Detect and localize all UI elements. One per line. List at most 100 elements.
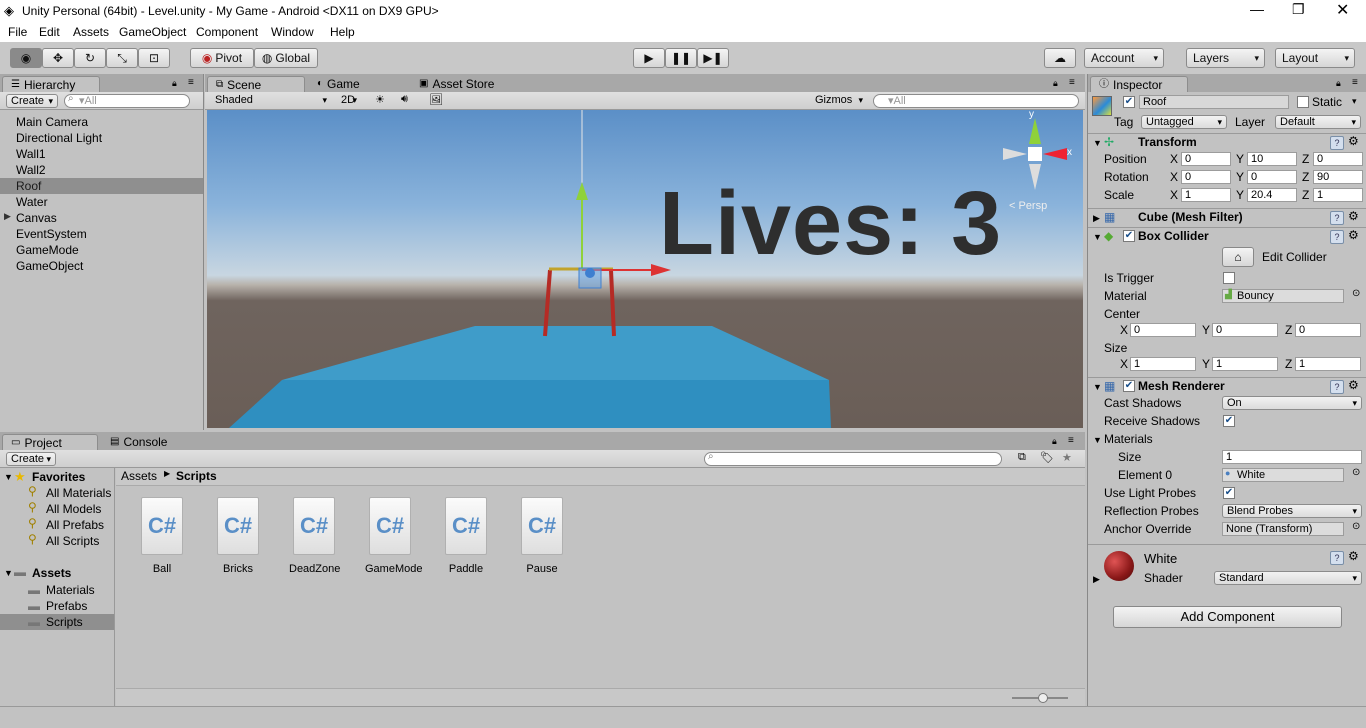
- project-search-input[interactable]: [704, 452, 1002, 466]
- favorite-item[interactable]: All Scripts: [46, 534, 99, 548]
- hierarchy-item[interactable]: Canvas: [0, 210, 203, 226]
- expand-arrow-icon[interactable]: ▼: [4, 472, 13, 482]
- transform-y-field[interactable]: 10: [1247, 152, 1297, 166]
- lighting-toggle-icon[interactable]: ☀: [375, 93, 385, 106]
- scale-tool-button[interactable]: ⤡: [106, 48, 138, 68]
- layers-dropdown[interactable]: Layers ▾: [1186, 48, 1265, 68]
- persp-label[interactable]: < Persp: [1009, 200, 1047, 212]
- effects-toggle-icon[interactable]: 🖼︎: [429, 93, 443, 106]
- menu-help[interactable]: Help: [330, 25, 355, 39]
- object-picker-icon[interactable]: ⊙: [1352, 521, 1360, 532]
- assets-label[interactable]: Assets: [32, 566, 71, 580]
- transform-y-field[interactable]: 0: [1247, 170, 1297, 184]
- account-dropdown[interactable]: Account ▾: [1084, 48, 1164, 68]
- rotate-tool-button[interactable]: ↻: [74, 48, 106, 68]
- favorite-item[interactable]: All Prefabs: [46, 518, 104, 532]
- help-icon[interactable]: ?: [1330, 380, 1344, 394]
- panel-menu-icon[interactable]: ≡: [188, 77, 194, 88]
- menu-file[interactable]: File: [8, 25, 27, 39]
- hand-tool-button[interactable]: ◉: [10, 48, 42, 68]
- gear-icon[interactable]: ⚙: [1348, 228, 1359, 242]
- lock-icon[interactable]: 🔒︎: [1053, 78, 1058, 89]
- script-file[interactable]: C# DeadZone: [289, 497, 340, 575]
- anchor-override-field[interactable]: None (Transform): [1222, 522, 1344, 536]
- filter-type-icon[interactable]: ⧉: [1018, 451, 1026, 464]
- script-file[interactable]: C# Ball: [137, 497, 187, 575]
- transform-x-field[interactable]: 0: [1181, 152, 1231, 166]
- physic-material-field[interactable]: Bouncy: [1222, 289, 1344, 303]
- pause-button[interactable]: ❚❚: [665, 48, 697, 68]
- element0-field[interactable]: White: [1222, 468, 1344, 482]
- transform-z-field[interactable]: 90: [1313, 170, 1363, 184]
- scene-viewport[interactable]: y x < Persp Lives: 3: [207, 110, 1083, 428]
- shading-mode-dropdown[interactable]: Shaded: [211, 94, 331, 108]
- tag-dropdown[interactable]: Untagged: [1141, 115, 1227, 129]
- mode-2d-toggle[interactable]: 2D: [337, 94, 361, 108]
- lock-icon[interactable]: 🔒︎: [1052, 436, 1057, 447]
- gear-icon[interactable]: ⚙: [1348, 134, 1359, 148]
- hierarchy-item[interactable]: Water: [0, 194, 203, 210]
- help-icon[interactable]: ?: [1330, 551, 1344, 565]
- asset-folder-item[interactable]: Materials: [46, 583, 95, 597]
- help-icon[interactable]: ?: [1330, 230, 1344, 244]
- box-collider-enabled-checkbox[interactable]: ✔: [1123, 230, 1135, 242]
- project-create-button[interactable]: Create: [6, 452, 56, 466]
- help-icon[interactable]: ?: [1330, 136, 1344, 150]
- script-file[interactable]: C# Pause: [517, 497, 567, 575]
- expand-arrow-icon[interactable]: ▶: [1093, 213, 1100, 224]
- transform-y-field[interactable]: 20.4: [1247, 188, 1297, 202]
- menu-gameobject[interactable]: GameObject: [119, 25, 186, 39]
- light-probes-checkbox[interactable]: ✔: [1223, 487, 1235, 499]
- edit-collider-button[interactable]: ⌂: [1222, 247, 1254, 267]
- mesh-renderer-enabled-checkbox[interactable]: ✔: [1123, 380, 1135, 392]
- global-button[interactable]: ◍ Global: [254, 48, 318, 68]
- pivot-button[interactable]: ◉ Pivot: [190, 48, 254, 68]
- hierarchy-item[interactable]: Wall2: [0, 162, 203, 178]
- gear-icon[interactable]: ⚙: [1348, 209, 1359, 223]
- transform-header[interactable]: [1088, 133, 1366, 151]
- hierarchy-create-button[interactable]: Create: [6, 94, 58, 108]
- add-component-button[interactable]: Add Component: [1113, 606, 1342, 628]
- transform-z-field[interactable]: 1: [1313, 188, 1363, 202]
- hierarchy-item[interactable]: Wall1: [0, 146, 203, 162]
- favorite-item[interactable]: All Models: [46, 502, 101, 516]
- favorite-star-icon[interactable]: ★: [1062, 451, 1072, 464]
- help-icon[interactable]: ?: [1330, 211, 1344, 225]
- expand-arrow-icon[interactable]: ▼: [1093, 138, 1102, 148]
- layer-dropdown[interactable]: Default: [1275, 115, 1361, 129]
- expand-arrow-icon[interactable]: ▼: [1093, 435, 1102, 445]
- rect-tool-button[interactable]: ⊡: [138, 48, 170, 68]
- center-y-field[interactable]: 0: [1212, 323, 1278, 337]
- move-tool-button[interactable]: ✥: [42, 48, 74, 68]
- favorites-label[interactable]: Favorites: [32, 470, 85, 484]
- center-z-field[interactable]: 0: [1295, 323, 1361, 337]
- active-checkbox[interactable]: ✔: [1123, 96, 1135, 108]
- asset-folder-item[interactable]: Prefabs: [46, 599, 87, 613]
- tab-scene[interactable]: ⧉ Scene: [207, 76, 305, 92]
- center-x-field[interactable]: 0: [1130, 323, 1196, 337]
- hierarchy-search-input[interactable]: ▾All: [64, 94, 190, 108]
- expand-arrow-icon[interactable]: ▼: [4, 568, 13, 578]
- hierarchy-item[interactable]: GameObject: [0, 258, 203, 274]
- static-checkbox[interactable]: [1297, 96, 1309, 108]
- tab-project[interactable]: ▭ Project: [2, 434, 98, 450]
- restore-icon[interactable]: ❐: [1292, 1, 1305, 18]
- step-button[interactable]: ▶❚: [697, 48, 729, 68]
- minimize-icon[interactable]: —: [1250, 1, 1264, 17]
- menu-window[interactable]: Window: [271, 25, 314, 39]
- tab-hierarchy[interactable]: ☰ Hierarchy: [2, 76, 100, 92]
- lock-icon[interactable]: 🔒︎: [1336, 78, 1341, 89]
- chevron-down-icon[interactable]: ▾: [1352, 96, 1357, 107]
- hierarchy-item[interactable]: Main Camera: [0, 114, 203, 130]
- scene-search-input[interactable]: ▾All: [873, 94, 1079, 108]
- gizmos-dropdown[interactable]: Gizmos: [811, 94, 867, 108]
- cloud-button[interactable]: ☁: [1044, 48, 1076, 68]
- materials-size-field[interactable]: 1: [1222, 450, 1362, 464]
- hierarchy-item[interactable]: EventSystem: [0, 226, 203, 242]
- menu-component[interactable]: Component: [196, 25, 258, 39]
- close-icon[interactable]: ✕: [1336, 0, 1349, 20]
- favorite-item[interactable]: All Materials: [46, 486, 111, 500]
- script-file[interactable]: C# GameMode: [365, 497, 422, 575]
- expand-arrow-icon[interactable]: ▶: [1093, 574, 1100, 585]
- reflection-probes-dropdown[interactable]: Blend Probes: [1222, 504, 1362, 518]
